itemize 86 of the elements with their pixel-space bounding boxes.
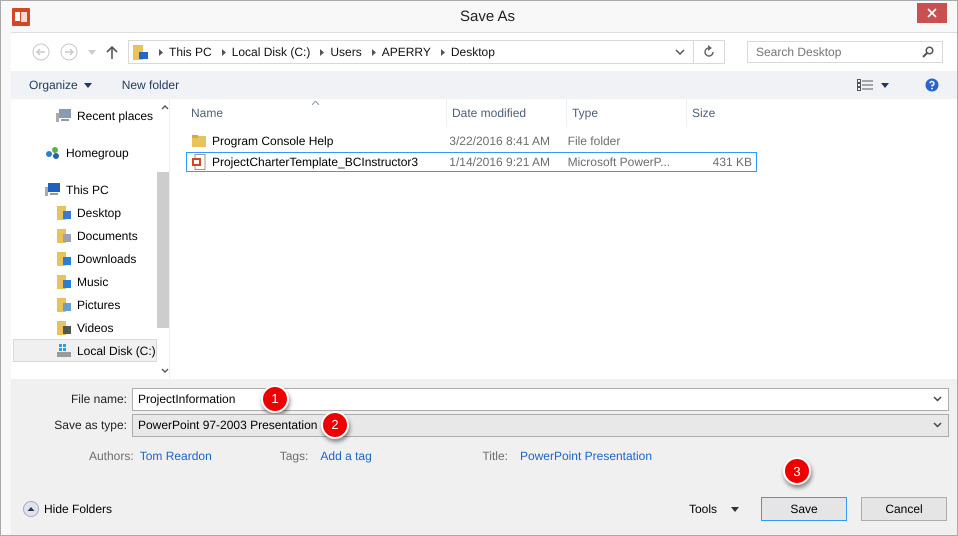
folder-icon [56, 204, 72, 220]
type-cell-text: File folder [566, 134, 622, 148]
file-row[interactable]: ProjectCharterTemplate_BCInstructor3 1/14/2016 9:21 AM Microsoft PowerP... 431 KB [186, 152, 757, 172]
address-bar[interactable]: This PC Local Disk (C:) Users APERRY Desktop [128, 40, 725, 64]
column-header[interactable]: Name [186, 99, 447, 127]
size-cell: 431 KB [712, 155, 752, 169]
sidebar-item[interactable]: Music [13, 270, 157, 293]
close-button[interactable] [917, 2, 947, 22]
scroll-up-icon[interactable] [160, 105, 169, 110]
breadcrumb-arrow-icon [372, 48, 376, 56]
search-field[interactable]: Search Desktop [747, 41, 943, 63]
presentation-file-icon [192, 154, 206, 170]
folder-icon [56, 228, 72, 244]
file-name-field[interactable]: ProjectInformation 1 [132, 388, 949, 410]
file-name: ProjectCharterTemplate_BCInstructor3 [212, 155, 418, 169]
file-name: Program Console Help [212, 134, 334, 148]
callout-badge: 1 [261, 384, 289, 412]
date-cell-text: 1/14/2016 9:21 AM [448, 155, 552, 169]
search-icon [922, 46, 934, 58]
field-label: File name: [70, 392, 128, 406]
folder-icon [56, 274, 72, 290]
title-label: Title: [482, 449, 508, 463]
dropdown-arrow-icon [84, 82, 92, 88]
sidebar-item[interactable]: Pictures [13, 293, 157, 316]
column-header[interactable]: Date modified [447, 99, 567, 127]
breadcrumb-arrow-icon [320, 48, 324, 56]
close-icon [927, 8, 937, 18]
sidebar-item[interactable]: Desktop [13, 201, 157, 224]
save-button[interactable]: Save [761, 497, 847, 521]
folder-pc-icon [133, 43, 149, 61]
sidebar-item[interactable]: Downloads [13, 247, 157, 270]
column-header[interactable]: Size [687, 99, 763, 127]
homegroup-icon [45, 144, 61, 160]
help-icon[interactable] [925, 78, 939, 92]
view-list-icon[interactable] [857, 79, 873, 91]
authors-label: Authors: [89, 449, 134, 463]
sidebar-item[interactable]: Videos [13, 316, 157, 339]
sidebar-item[interactable]: This PC [13, 178, 157, 201]
window-title: Save As [460, 8, 516, 25]
breadcrumb-item[interactable]: Desktop [450, 45, 495, 59]
sort-caret-icon [312, 101, 319, 105]
tags-label: Tags: [280, 449, 308, 463]
column-header[interactable]: Type [567, 99, 687, 127]
file-type-dropdown[interactable]: PowerPoint 97-2003 Presentation 2 [132, 414, 949, 436]
breadcrumb-arrow-icon [159, 48, 163, 56]
breadcrumb-item[interactable]: Users [330, 45, 362, 59]
chevron-down-icon[interactable] [933, 396, 942, 402]
dropdown-arrow-icon[interactable] [881, 82, 889, 88]
breadcrumb-item[interactable]: Local Disk (C:) [232, 45, 310, 59]
callout-badge: 3 [783, 457, 811, 485]
folder-icon [192, 134, 206, 148]
folder-icon [56, 250, 72, 266]
new-folder-button[interactable]: New folder [122, 78, 188, 92]
type-cell-text: Microsoft PowerP... [566, 155, 672, 169]
collapse-up-icon [23, 501, 39, 517]
up-arrow-icon[interactable] [106, 45, 118, 59]
computer-icon [45, 182, 61, 198]
field-label: Save as type: [53, 418, 128, 432]
sidebar-item[interactable]: Recent places [13, 104, 157, 127]
sidebar-item[interactable]: Local Disk (C:) [13, 339, 157, 362]
breadcrumb-arrow-icon [222, 48, 226, 56]
sidebar-item[interactable]: Documents [13, 224, 157, 247]
hide-folders-button[interactable]: Hide Folders [23, 501, 112, 517]
chevron-down-icon[interactable] [933, 422, 942, 428]
file-row[interactable]: Program Console Help 3/22/2016 8:41 AM File folder [186, 131, 757, 151]
presentation-app-icon [12, 8, 30, 26]
authors-link[interactable]: Tom Reardon [140, 449, 280, 463]
cancel-button[interactable]: Cancel [861, 497, 947, 521]
drive-icon [56, 342, 72, 358]
computer-icon [56, 108, 72, 124]
breadcrumb-item[interactable]: APERRY [382, 45, 431, 59]
date-cell-text: 3/22/2016 8:41 AM [448, 134, 552, 148]
sidebar-item[interactable]: Homegroup [13, 141, 157, 164]
dropdown-arrow-icon [731, 506, 739, 512]
scroll-down-icon[interactable] [160, 368, 169, 373]
callout-badge: 2 [321, 410, 349, 438]
tools-button[interactable]: Tools [682, 501, 745, 517]
folder-icon [56, 320, 72, 336]
breadcrumb-item[interactable]: This PC [169, 45, 212, 59]
refresh-icon[interactable] [702, 45, 716, 59]
title-link[interactable]: PowerPoint Presentation [520, 449, 652, 463]
organize-button[interactable]: Organize [29, 78, 100, 92]
folder-icon [56, 296, 72, 312]
breadcrumb-arrow-icon [440, 48, 445, 56]
chevron-down-icon[interactable] [675, 49, 685, 55]
tags-link[interactable]: Add a tag [320, 449, 482, 463]
